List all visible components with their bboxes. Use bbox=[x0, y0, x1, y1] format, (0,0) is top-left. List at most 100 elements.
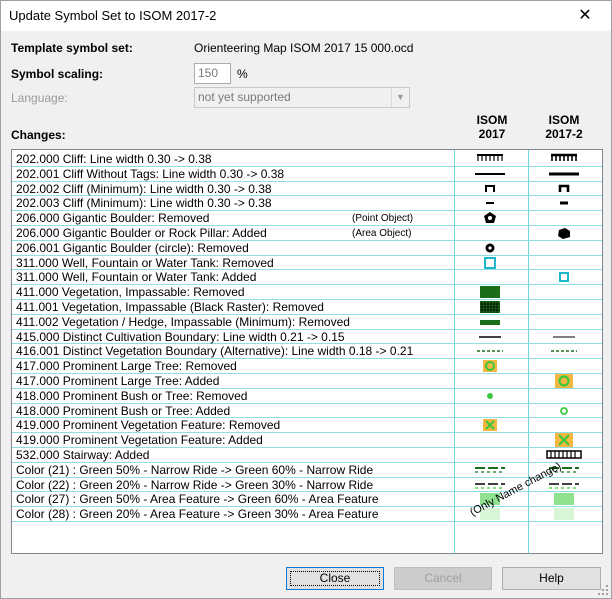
change-row[interactable]: 206.000 Gigantic Boulder: Removed (Point … bbox=[12, 211, 602, 226]
change-text: 419.000 Prominent Vegetation Feature: Ad… bbox=[16, 433, 263, 448]
change-row[interactable]: 418.000 Prominent Bush or Tree: Removed bbox=[12, 389, 602, 404]
cliff-min-icon bbox=[485, 184, 495, 192]
area-green-icon bbox=[554, 493, 574, 506]
thinner-line-icon bbox=[553, 336, 575, 338]
dialog-window: Update Symbol Set to ISOM 2017-2 ✕ Templ… bbox=[0, 0, 612, 599]
change-text: Color (27) : Green 50% - Area Feature ->… bbox=[16, 492, 379, 507]
ring-dot-icon bbox=[485, 243, 495, 253]
line-icon bbox=[475, 172, 505, 175]
change-row[interactable]: 311.000 Well, Fountain or Water Tank: Re… bbox=[12, 256, 602, 271]
change-row[interactable]: 202.000 Cliff: Line width 0.30 -> 0.38 bbox=[12, 152, 602, 167]
change-text: 206.000 Gigantic Boulder: Removed bbox=[16, 211, 210, 226]
change-text: 417.000 Prominent Large Tree: Added bbox=[16, 374, 220, 388]
change-text: 206.001 Gigantic Boulder (circle): Remov… bbox=[16, 240, 249, 255]
change-row[interactable]: 411.001 Vegetation, Impassable (Black Ra… bbox=[12, 300, 602, 315]
close-window-icon[interactable]: ✕ bbox=[573, 5, 597, 27]
cancel-button[interactable]: Cancel bbox=[394, 567, 492, 590]
column-header-new-line2: 2017-2 bbox=[545, 127, 583, 141]
cliff-min-bold-icon bbox=[558, 184, 570, 192]
column-header-old-line1: ISOM bbox=[476, 113, 508, 127]
cliff-wide-bold-icon bbox=[551, 153, 577, 161]
change-note: (Area Object) bbox=[352, 228, 412, 239]
cyan-square-icon bbox=[484, 256, 496, 269]
line-bold-icon bbox=[549, 172, 579, 176]
change-row[interactable]: 418.000 Prominent Bush or Tree: Added bbox=[12, 404, 602, 419]
change-text: 415.000 Distinct Cultivation Boundary: L… bbox=[16, 329, 345, 344]
column-header-old-line2: 2017 bbox=[478, 127, 506, 141]
title-bar: Update Symbol Set to ISOM 2017-2 ✕ bbox=[1, 1, 611, 31]
changes-list[interactable]: 202.000 Cliff: Line width 0.30 -> 0.38 20… bbox=[11, 149, 603, 554]
cyan-square-small-icon bbox=[559, 272, 569, 283]
change-text: 416.001 Distinct Vegetation Boundary (Al… bbox=[16, 344, 414, 359]
change-row[interactable]: 202.002 Cliff (Minimum): Line width 0.30… bbox=[12, 182, 602, 197]
scaling-unit: % bbox=[237, 67, 248, 81]
change-row[interactable]: 206.000 Gigantic Boulder or Rock Pillar:… bbox=[12, 226, 602, 241]
ride-dash-icon bbox=[475, 466, 505, 473]
scaling-input[interactable]: 150 bbox=[194, 63, 231, 84]
scaling-label: Symbol scaling: bbox=[11, 67, 104, 81]
language-select: not yet supported ▼ bbox=[194, 87, 410, 108]
close-button[interactable]: Close bbox=[286, 567, 384, 590]
green-block-icon bbox=[480, 286, 500, 299]
green-dash-icon bbox=[551, 350, 577, 353]
pentagon-icon bbox=[484, 212, 496, 224]
green-x-icon bbox=[483, 419, 497, 432]
change-text: Color (22) : Green 20% - Narrow Ride -> … bbox=[16, 477, 374, 492]
change-row[interactable]: 419.000 Prominent Vegetation Feature: Ad… bbox=[12, 433, 602, 448]
change-row[interactable]: 532.000 Stairway: Added bbox=[12, 448, 602, 463]
column-header-isom-2017-2: ISOM 2017-2 bbox=[539, 113, 589, 141]
resize-grip-icon[interactable] bbox=[597, 584, 609, 596]
change-row[interactable]: 411.002 Vegetation / Hedge, Impassable (… bbox=[12, 315, 602, 330]
change-text: 411.002 Vegetation / Hedge, Impassable (… bbox=[16, 314, 350, 329]
column-header-isom-2017: ISOM 2017 bbox=[467, 113, 517, 141]
green-x-new-icon bbox=[555, 433, 573, 448]
column-header-new-line1: ISOM bbox=[548, 113, 580, 127]
short-line-icon bbox=[486, 202, 494, 205]
change-row[interactable]: 417.000 Prominent Large Tree: Added bbox=[12, 374, 602, 389]
change-text: 411.000 Vegetation, Impassable: Removed bbox=[16, 285, 245, 300]
change-row[interactable]: 419.000 Prominent Vegetation Feature: Re… bbox=[12, 418, 602, 434]
stairway-icon bbox=[546, 450, 582, 459]
blob-icon bbox=[558, 228, 570, 239]
change-text: 417.000 Prominent Large Tree: Removed bbox=[16, 359, 237, 374]
tree-large-new-icon bbox=[555, 374, 573, 388]
change-text: Color (21) : Green 50% - Narrow Ride -> … bbox=[16, 462, 374, 477]
change-row[interactable]: 206.001 Gigantic Boulder (circle): Remov… bbox=[12, 241, 602, 256]
change-row[interactable]: 202.003 Cliff (Minimum): Line width 0.30… bbox=[12, 196, 602, 212]
changes-label: Changes: bbox=[11, 128, 66, 142]
tree-large-icon bbox=[483, 360, 497, 373]
chevron-down-icon: ▼ bbox=[391, 88, 409, 107]
help-button[interactable]: Help bbox=[502, 567, 601, 590]
green-bar-icon bbox=[480, 319, 500, 325]
change-text: 532.000 Stairway: Added bbox=[16, 448, 150, 462]
green-raster-icon bbox=[480, 301, 500, 313]
change-row[interactable]: 311.000 Well, Fountain or Water Tank: Ad… bbox=[12, 270, 602, 286]
change-row[interactable]: 416.001 Distinct Vegetation Boundary (Al… bbox=[12, 344, 602, 360]
thin-line-icon bbox=[479, 335, 501, 338]
green-dash-icon bbox=[477, 350, 503, 353]
template-label: Template symbol set: bbox=[11, 41, 133, 55]
change-text: 202.001 Cliff Without Tags: Line width 0… bbox=[16, 166, 285, 181]
window-title: Update Symbol Set to ISOM 2017-2 bbox=[9, 8, 217, 23]
green-ring-icon bbox=[560, 406, 568, 415]
change-row[interactable]: 411.000 Vegetation, Impassable: Removed bbox=[12, 285, 602, 300]
change-row[interactable]: 417.000 Prominent Large Tree: Removed bbox=[12, 359, 602, 374]
area-lightgreen-icon bbox=[554, 508, 574, 521]
language-value: not yet supported bbox=[198, 90, 291, 104]
change-row[interactable]: Color (21) : Green 50% - Narrow Ride -> … bbox=[12, 463, 602, 478]
change-text: Color (28) : Green 20% - Area Feature ->… bbox=[16, 507, 379, 522]
change-row[interactable]: 415.000 Distinct Cultivation Boundary: L… bbox=[12, 330, 602, 345]
change-row[interactable]: Color (28) : Green 20% - Area Feature ->… bbox=[12, 507, 602, 522]
change-text: 202.000 Cliff: Line width 0.30 -> 0.38 bbox=[16, 152, 212, 166]
change-text: 418.000 Prominent Bush or Tree: Added bbox=[16, 403, 231, 418]
change-text: 311.000 Well, Fountain or Water Tank: Re… bbox=[16, 255, 274, 270]
focus-rect bbox=[290, 571, 380, 586]
change-text: 418.000 Prominent Bush or Tree: Removed bbox=[16, 388, 248, 403]
change-row[interactable]: 202.001 Cliff Without Tags: Line width 0… bbox=[12, 167, 602, 182]
change-text: 206.000 Gigantic Boulder or Rock Pillar:… bbox=[16, 226, 267, 240]
change-text: 202.002 Cliff (Minimum): Line width 0.30… bbox=[16, 181, 272, 196]
language-label: Language: bbox=[11, 91, 68, 105]
green-dot-icon bbox=[487, 392, 493, 399]
short-line-bold-icon bbox=[560, 201, 568, 205]
change-text: 311.000 Well, Fountain or Water Tank: Ad… bbox=[16, 270, 257, 285]
